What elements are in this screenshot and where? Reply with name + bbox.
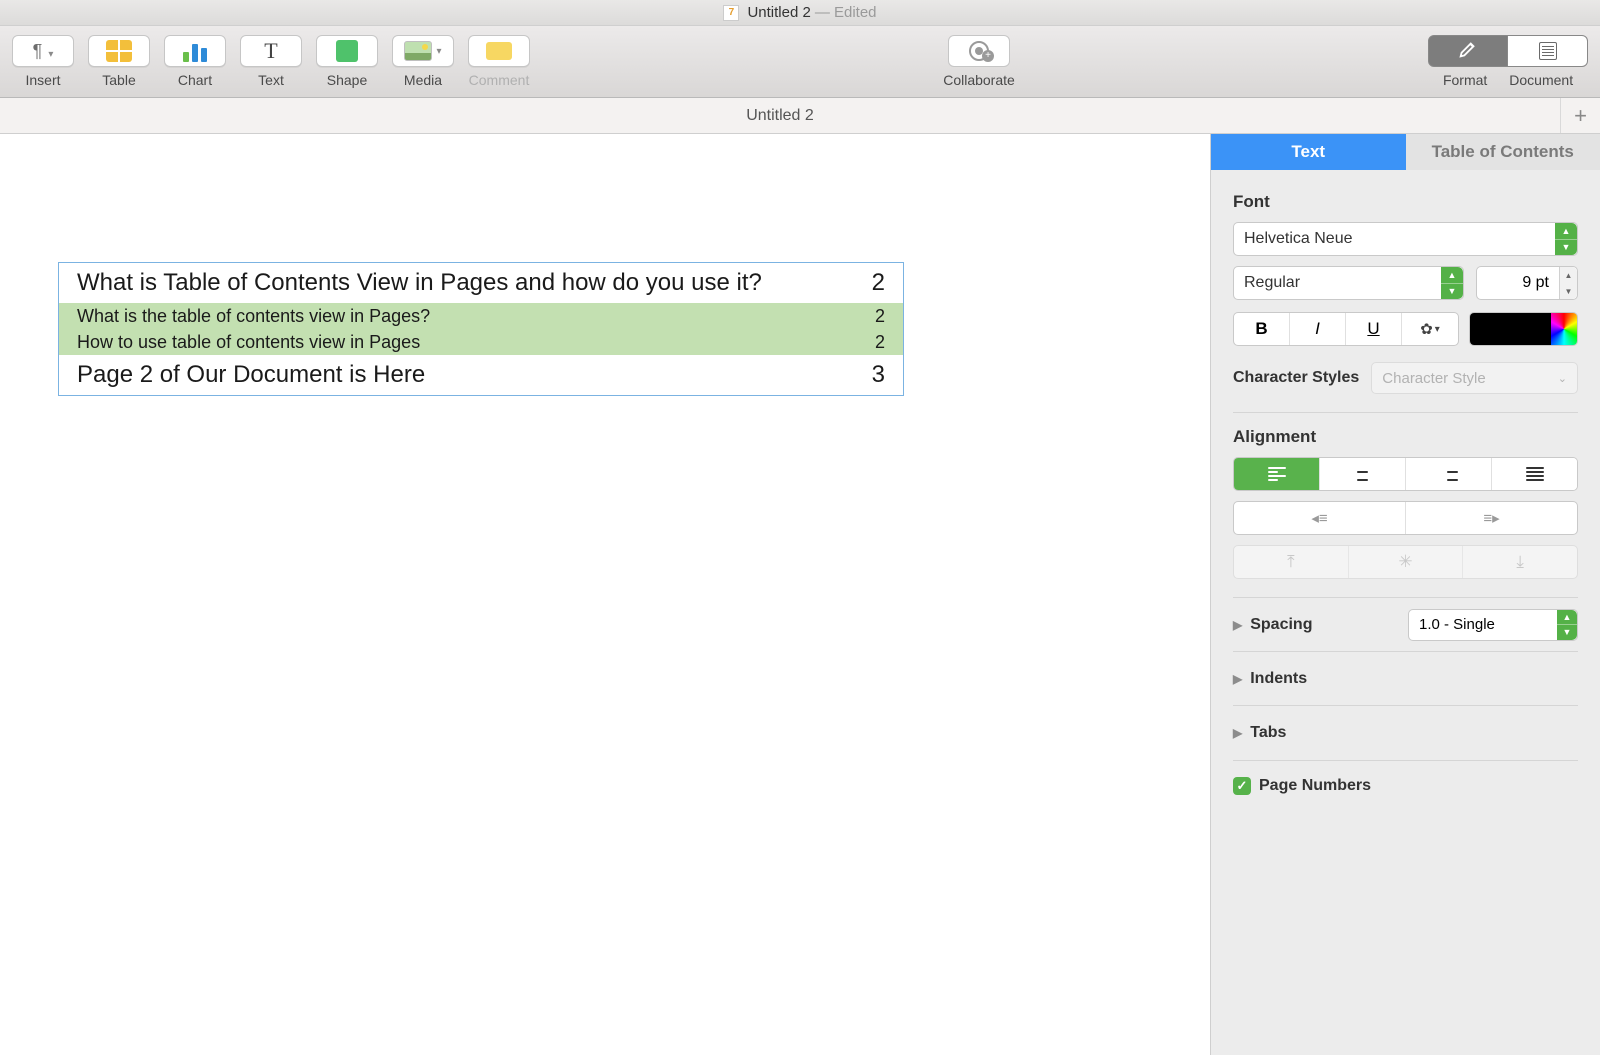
- valign-middle-button: ✳: [1349, 546, 1464, 578]
- chevron-down-icon: ▾: [436, 46, 441, 57]
- color-swatch: [1470, 313, 1551, 345]
- document-view-button[interactable]: [1508, 35, 1588, 67]
- toc-title: What is Table of Contents View in Pages …: [77, 269, 762, 297]
- select-stepper-icon: ▲▼: [1557, 610, 1577, 640]
- select-stepper-icon: ▲▼: [1555, 223, 1577, 255]
- disclosure-arrow-icon: ▶: [1233, 618, 1242, 632]
- toc-page: 3: [872, 361, 885, 389]
- inspector-sidebar: Text Table of Contents Font Helvetica Ne…: [1210, 134, 1600, 1055]
- underline-button[interactable]: U: [1346, 313, 1402, 345]
- color-picker-icon[interactable]: [1551, 313, 1577, 345]
- font-style-select[interactable]: Regular ▲▼: [1233, 266, 1464, 300]
- window-title: Untitled 2: [747, 4, 810, 21]
- tabs-disclosure[interactable]: ▶Tabs: [1233, 706, 1578, 760]
- document-tabbar: Untitled 2 +: [0, 98, 1600, 134]
- toc-row[interactable]: Page 2 of Our Document is Here 3: [59, 355, 903, 395]
- align-right-button[interactable]: [1406, 458, 1492, 490]
- font-size-field[interactable]: 9 pt ▲▼: [1476, 266, 1578, 300]
- valign-bottom-button: ⤓: [1463, 546, 1577, 578]
- italic-button[interactable]: I: [1290, 313, 1346, 345]
- toc-page: 2: [875, 306, 885, 327]
- character-style-select[interactable]: Character Style ⌄: [1371, 362, 1578, 394]
- shape-button[interactable]: Shape: [316, 35, 378, 88]
- window-edited: — Edited: [815, 4, 877, 21]
- checkmark-icon: ✓: [1233, 777, 1251, 795]
- size-stepper-icon[interactable]: ▲▼: [1559, 267, 1577, 299]
- table-button[interactable]: Table: [88, 35, 150, 88]
- tab-untitled-2[interactable]: Untitled 2: [0, 98, 1560, 133]
- align-center-button[interactable]: [1320, 458, 1406, 490]
- toc-row[interactable]: What is the table of contents view in Pa…: [59, 303, 903, 329]
- main-toolbar: ¶▾ Insert Table Chart T Text Shape ▾ Med…: [0, 26, 1600, 98]
- toc-page: 2: [872, 269, 885, 297]
- plus-badge-icon: +: [982, 50, 994, 62]
- shape-icon: [336, 40, 358, 62]
- font-section-title: Font: [1233, 192, 1578, 212]
- toc-title: What is the table of contents view in Pa…: [77, 306, 430, 327]
- disclosure-arrow-icon: ▶: [1233, 672, 1242, 686]
- bold-button[interactable]: B: [1234, 313, 1290, 345]
- page-numbers-checkbox[interactable]: ✓ Page Numbers: [1233, 777, 1578, 795]
- toc-row[interactable]: How to use table of contents view in Pag…: [59, 329, 903, 355]
- text-color-button[interactable]: [1469, 312, 1578, 346]
- format-view-button[interactable]: [1428, 35, 1508, 67]
- table-icon: [106, 40, 132, 62]
- align-bottom-icon: ⤓: [1516, 552, 1524, 571]
- align-middle-icon: ✳: [1398, 552, 1412, 571]
- text-button[interactable]: T Text: [240, 35, 302, 88]
- disclosure-arrow-icon: ▶: [1233, 726, 1242, 740]
- valign-top-button: ⤒: [1234, 546, 1349, 578]
- chevron-down-icon: ▾: [48, 49, 53, 60]
- toc-page: 2: [875, 332, 885, 353]
- chart-button[interactable]: Chart: [164, 35, 226, 88]
- comment-icon: [486, 42, 512, 60]
- gear-icon: ✿: [1420, 320, 1433, 338]
- chevron-down-icon: ⌄: [1558, 372, 1567, 385]
- indents-disclosure[interactable]: ▶Indents: [1233, 652, 1578, 706]
- text-icon: T: [264, 38, 277, 64]
- spacing-disclosure[interactable]: ▶Spacing 1.0 - Single ▲▼: [1233, 598, 1578, 652]
- alignment-section-title: Alignment: [1233, 427, 1578, 447]
- pilcrow-icon: ¶▾: [33, 41, 54, 62]
- indent-icon: ≡▸: [1483, 510, 1499, 527]
- media-button[interactable]: ▾ Media: [392, 35, 454, 88]
- text-options-button[interactable]: ✿▾: [1402, 313, 1458, 345]
- toc-title: How to use table of contents view in Pag…: [77, 332, 420, 353]
- toc-title: Page 2 of Our Document is Here: [77, 361, 425, 389]
- align-left-button[interactable]: [1234, 458, 1320, 490]
- chart-icon: [183, 40, 207, 62]
- chevron-down-icon: ▾: [1435, 324, 1440, 335]
- document-canvas[interactable]: What is Table of Contents View in Pages …: [0, 134, 1210, 1055]
- decrease-indent-button[interactable]: ◂≡: [1234, 502, 1406, 534]
- select-stepper-icon: ▲▼: [1441, 267, 1463, 299]
- window-title-bar: 7 Untitled 2 — Edited: [0, 0, 1600, 26]
- collaborate-button[interactable]: + Collaborate: [943, 35, 1015, 88]
- media-icon: [404, 41, 432, 61]
- insert-button[interactable]: ¶▾ Insert: [12, 35, 74, 88]
- horizontal-alignment-segmented: [1233, 457, 1578, 491]
- document-icon: 7: [723, 5, 739, 21]
- character-styles-label: Character Styles: [1233, 369, 1359, 387]
- document-lines-icon: [1539, 42, 1557, 60]
- outdent-icon: ◂≡: [1311, 510, 1327, 527]
- comment-button[interactable]: Comment: [468, 35, 530, 88]
- toc-selection[interactable]: What is Table of Contents View in Pages …: [58, 262, 904, 396]
- toc-row[interactable]: What is Table of Contents View in Pages …: [59, 263, 903, 303]
- sidebar-tab-text[interactable]: Text: [1211, 134, 1406, 170]
- align-top-icon: ⤒: [1287, 552, 1295, 571]
- align-justify-button[interactable]: [1492, 458, 1577, 490]
- paintbrush-icon: [1457, 38, 1479, 65]
- spacing-select[interactable]: 1.0 - Single ▲▼: [1408, 609, 1578, 641]
- new-tab-button[interactable]: +: [1560, 98, 1600, 133]
- increase-indent-button[interactable]: ≡▸: [1406, 502, 1577, 534]
- font-family-select[interactable]: Helvetica Neue ▲▼: [1233, 222, 1578, 256]
- sidebar-tab-toc[interactable]: Table of Contents: [1406, 134, 1600, 170]
